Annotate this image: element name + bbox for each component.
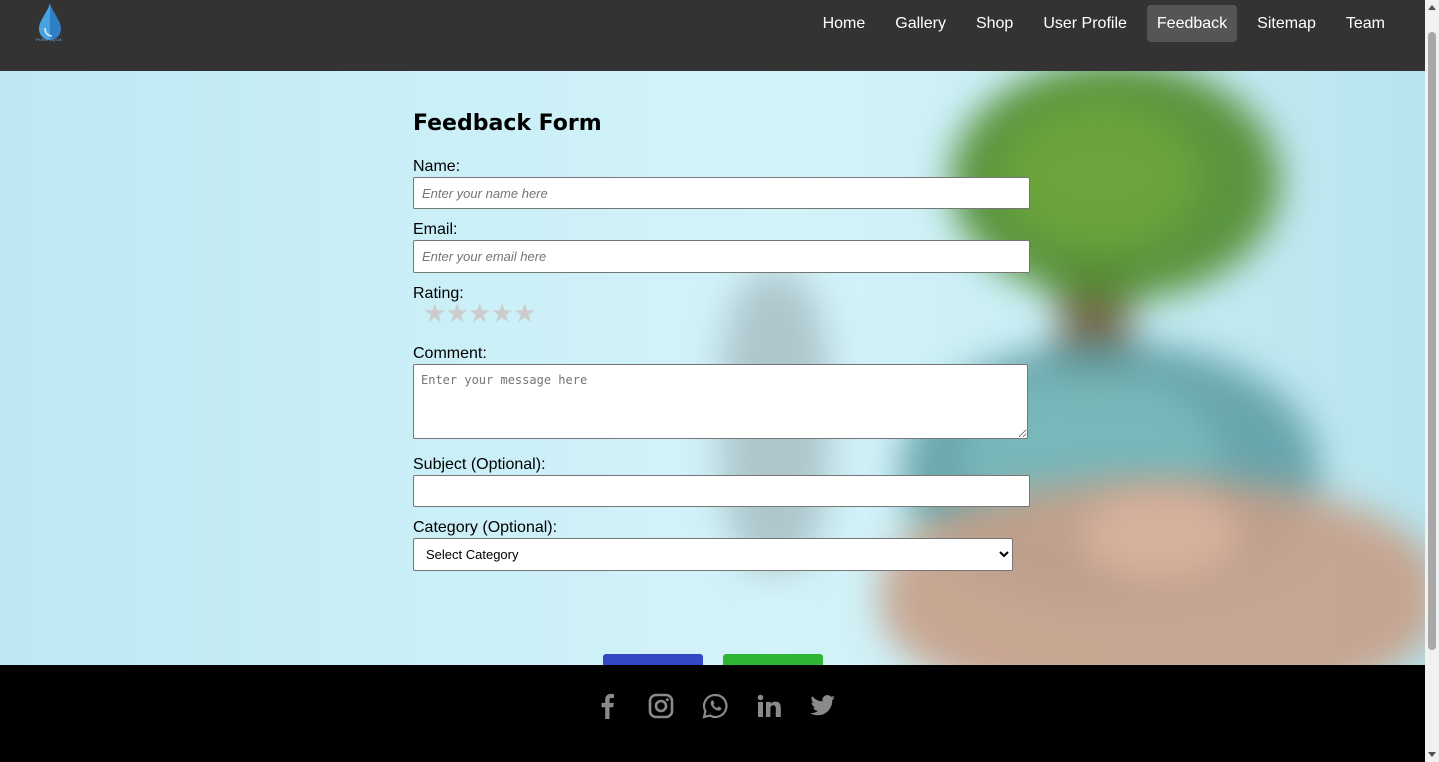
comment-label: Comment: [413, 345, 487, 362]
scroll-up-arrow-icon[interactable] [1428, 5, 1436, 10]
navbar: PURE AQUA Home Gallery Shop User Profile… [0, 0, 1425, 71]
instagram-icon[interactable] [644, 689, 678, 723]
nav-link-feedback[interactable]: Feedback [1146, 5, 1238, 42]
subject-label: Subject (Optional): [413, 456, 546, 473]
whatsapp-icon[interactable] [698, 689, 732, 723]
star-icon[interactable]: ★ [446, 301, 469, 327]
comment-textarea[interactable] [413, 364, 1028, 439]
category-label: Category (Optional): [413, 519, 558, 536]
star-icon[interactable]: ★ [423, 301, 446, 327]
name-input[interactable] [413, 177, 1030, 209]
scroll-down-arrow-icon[interactable] [1428, 752, 1436, 757]
nav-link-team[interactable]: Team [1336, 5, 1395, 42]
nav-link-shop[interactable]: Shop [966, 5, 1023, 42]
preview-button[interactable]: Preview [603, 654, 703, 665]
email-label: Email: [413, 221, 458, 238]
background-decoration [1080, 491, 1240, 581]
subject-input[interactable] [413, 475, 1030, 507]
logo-text: PURE AQUA [36, 37, 63, 42]
hero-background: Feedback Form Name: Email: Rating: ★ ★ ★… [0, 71, 1425, 665]
name-label: Name: [413, 158, 461, 175]
linkedin-icon[interactable] [752, 689, 786, 723]
star-icon[interactable]: ★ [513, 301, 536, 327]
star-icon[interactable]: ★ [491, 301, 514, 327]
scroll-thumb[interactable] [1428, 32, 1436, 650]
form-title: Feedback Form [413, 111, 602, 136]
background-decoration [1000, 101, 1200, 251]
category-select[interactable]: Select Category [413, 538, 1013, 571]
submit-button[interactable]: Submit [723, 654, 823, 665]
email-input[interactable] [413, 240, 1030, 273]
scrollbar[interactable] [1425, 0, 1439, 762]
nav-link-user-profile[interactable]: User Profile [1033, 5, 1137, 42]
facebook-icon[interactable] [590, 689, 624, 723]
nav-links: Home Gallery Shop User Profile Feedback … [813, 5, 1395, 42]
nav-link-gallery[interactable]: Gallery [885, 5, 956, 42]
social-links [590, 689, 840, 723]
star-icon[interactable]: ★ [468, 301, 491, 327]
nav-link-sitemap[interactable]: Sitemap [1247, 5, 1326, 42]
rating-stars: ★ ★ ★ ★ ★ [423, 301, 536, 327]
footer [0, 665, 1425, 762]
twitter-icon[interactable] [806, 689, 840, 723]
nav-link-home[interactable]: Home [813, 5, 876, 42]
